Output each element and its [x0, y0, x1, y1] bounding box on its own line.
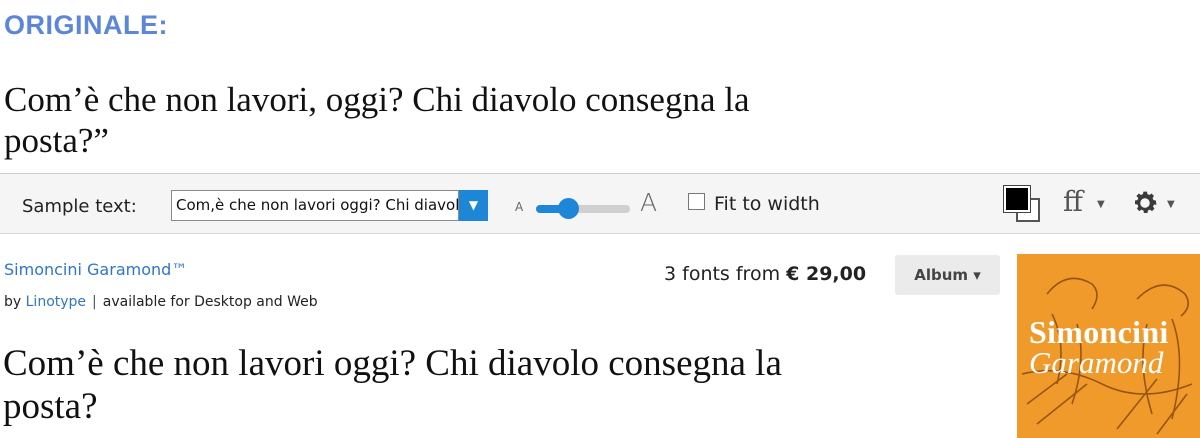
byline-separator: |: [92, 294, 97, 310]
cover-title-2: Garamond: [1029, 345, 1164, 380]
fit-to-width-label[interactable]: Fit to width: [714, 193, 820, 215]
price-prefix: 3 fonts from: [664, 263, 781, 285]
original-sample-line-2: posta?”: [4, 121, 109, 160]
font-family-link[interactable]: Simoncini Garamond™: [4, 260, 187, 279]
font-sample-line-1: Com’è che non lavori oggi? Chi diavolo c…: [3, 343, 782, 384]
font-byline: by Linotype | available for Desktop and We…: [4, 294, 318, 310]
original-sample-text: Com’è che non lavori, oggi? Chi diavolo …: [4, 79, 994, 161]
original-sample-line-1: Com’è che non lavori, oggi? Chi diavolo …: [4, 80, 750, 119]
size-large-icon: A: [640, 188, 658, 217]
price-info: 3 fonts from € 29,00: [664, 263, 866, 285]
sample-text-dropdown-button[interactable]: ▼: [459, 190, 488, 221]
price-value: € 29,00: [786, 263, 867, 285]
font-sample-text: Com’è che non lavori oggi? Chi diavolo c…: [3, 342, 993, 428]
size-small-icon: A: [515, 200, 524, 214]
album-cover-image[interactable]: Simoncini Garamond: [1017, 254, 1200, 438]
original-heading: ORIGINALE:: [4, 10, 168, 40]
font-sample-line-2: posta?: [3, 386, 98, 427]
sample-text-input[interactable]: Com,è che non lavori oggi? Chi diavolo c…: [171, 190, 459, 221]
availability-text: available for Desktop and Web: [102, 294, 318, 310]
color-swatch-icon[interactable]: [1003, 185, 1040, 222]
gear-icon[interactable]: [1130, 188, 1160, 218]
foundry-link[interactable]: Linotype: [26, 294, 86, 310]
by-label: by: [4, 294, 22, 310]
chevron-down-icon: ▼: [1167, 199, 1175, 210]
chevron-down-icon: ▼: [1097, 199, 1105, 210]
chevron-down-icon: ▼: [468, 198, 479, 212]
album-button[interactable]: Album ▾: [895, 255, 1000, 295]
sample-text-label: Sample text:: [22, 196, 137, 217]
font-features-button[interactable]: ff: [1063, 185, 1083, 218]
foreground-color-box: [1003, 185, 1031, 213]
fit-to-width-checkbox[interactable]: [688, 193, 705, 210]
